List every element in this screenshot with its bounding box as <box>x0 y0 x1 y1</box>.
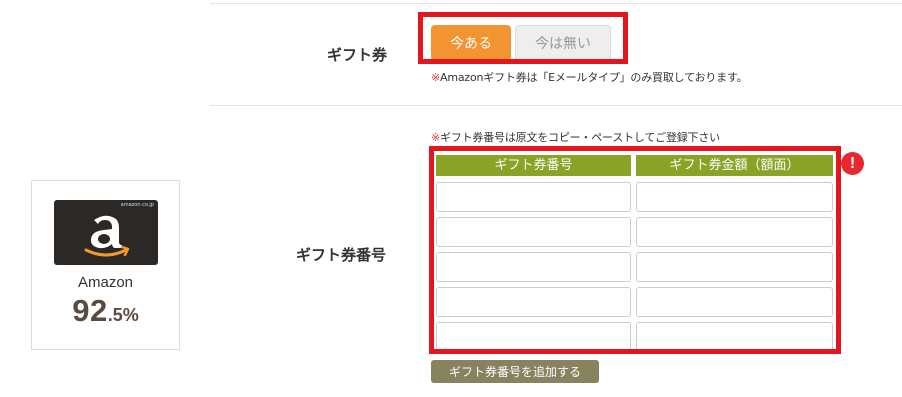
note-text: ギフト券番号は原文をコピー・ペーストしてご登録下さい <box>440 131 720 144</box>
gift-number-input-4[interactable] <box>436 287 631 317</box>
email-type-note: ※Amazonギフト券は「Eメールタイプ」のみ買取しております。 <box>431 69 748 85</box>
gift-amount-input-1[interactable] <box>636 182 833 212</box>
gift-number-input-1[interactable] <box>436 182 631 212</box>
row-divider <box>210 105 902 106</box>
gift-amount-input-2[interactable] <box>636 217 833 247</box>
rate-suffix: .5% <box>107 305 139 325</box>
alert-icon: ! <box>841 152 864 175</box>
add-gift-number-button[interactable]: ギフト券番号を追加する <box>431 360 599 383</box>
purchase-rate: 92.5% <box>32 293 179 329</box>
gift-number-label: ギフト券番号 <box>296 246 387 264</box>
note-mark: ※ <box>431 71 441 84</box>
gift-card-label: ギフト券 <box>327 46 388 64</box>
top-divider <box>210 3 902 4</box>
gift-number-input-2[interactable] <box>436 217 631 247</box>
brand-name: Amazon <box>77 274 134 291</box>
gift-number-input-3[interactable] <box>436 252 631 282</box>
gift-amount-input-4[interactable] <box>636 287 833 317</box>
note-mark: ※ <box>431 131 441 144</box>
have-now-button[interactable]: 今ある <box>431 25 511 61</box>
gift-number-column-header: ギフト券番号 <box>436 155 631 176</box>
gift-amount-input-5[interactable] <box>636 322 833 352</box>
gift-amount-column-header: ギフト券金額（額面） <box>636 155 833 176</box>
amazon-gift-card-panel: amazon.co.jp Amazon 92.5% <box>31 180 180 350</box>
rate-number: 92 <box>72 293 108 328</box>
amazon-a-logo-icon <box>84 215 130 257</box>
gift-number-input-5[interactable] <box>436 322 631 352</box>
note-text: Amazonギフト券は「Eメールタイプ」のみ買取しております。 <box>440 71 748 84</box>
copy-paste-note: ※ギフト券番号は原文をコピー・ペーストしてご登録下さい <box>431 129 720 145</box>
dont-have-button[interactable]: 今は無い <box>515 25 611 61</box>
gift-amount-input-3[interactable] <box>636 252 833 282</box>
amazon-gift-card-image: amazon.co.jp <box>54 200 158 265</box>
